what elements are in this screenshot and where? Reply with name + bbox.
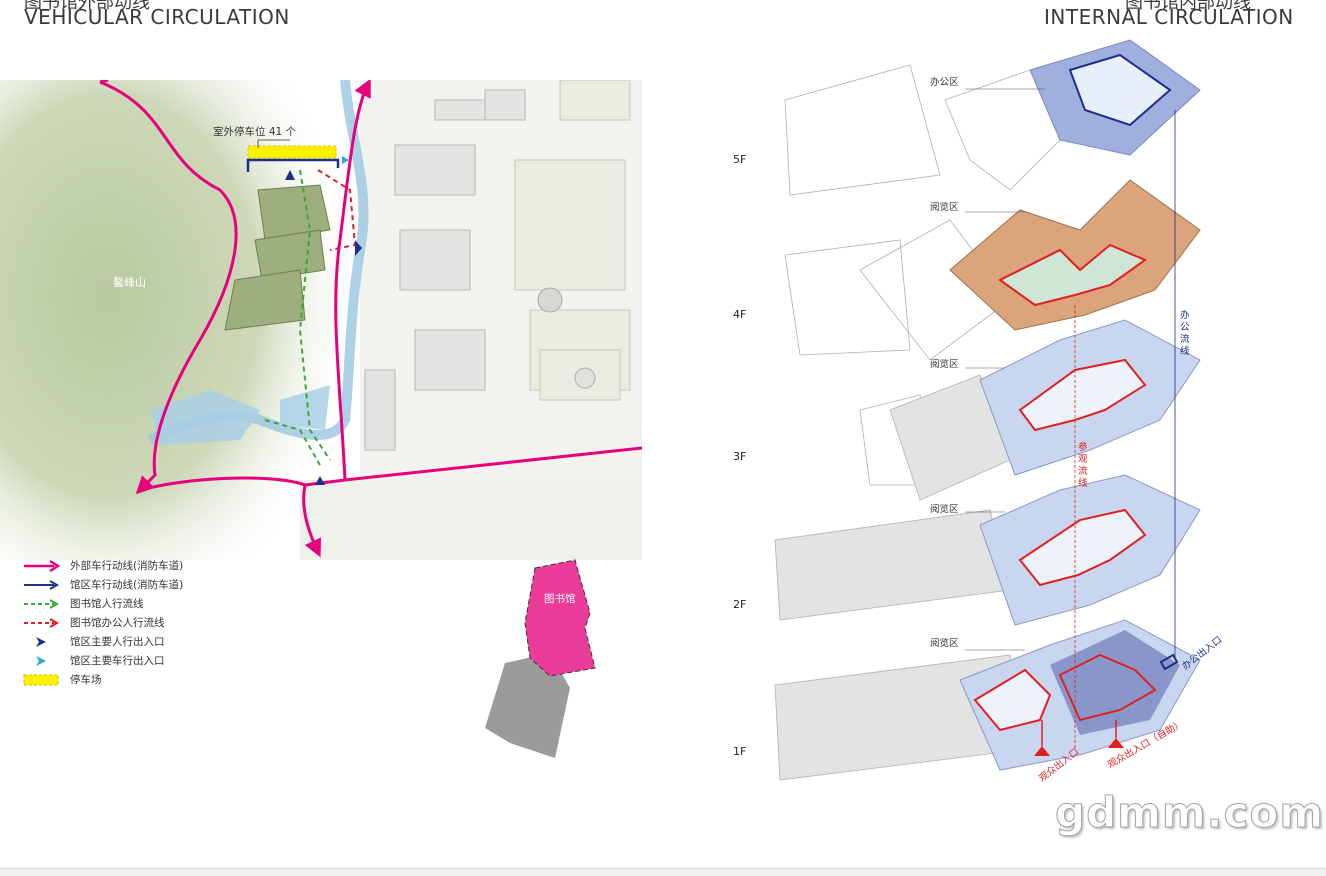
navy-entrance-arrow-icon (36, 636, 46, 647)
legend-item-pedestrian-entrance: 馆区主要人行出入口 (22, 632, 183, 651)
floor-label-3f: 3F (733, 450, 747, 463)
office-flow-label: 办 公 流 线 (1180, 309, 1193, 357)
floor-label-4f: 4F (733, 308, 747, 321)
office-flow-char-2: 公 (1180, 322, 1190, 333)
navy-arrow-line-icon (24, 579, 60, 590)
legend-item-parking: 停车场 (22, 670, 183, 689)
legend-label: 馆区车行动线(消防车道) (70, 579, 184, 591)
zone-label-3f: 阅览区 (930, 358, 959, 370)
legend-item-office-pedestrian: 图书馆办公人行流线 (22, 613, 183, 632)
mountain-label: 鳌峰山 (113, 275, 146, 289)
floor-2f: 阅览区 (774, 474, 1201, 626)
office-flow-char-4: 线 (1180, 345, 1190, 357)
visit-flow-char-3: 流 (1078, 465, 1088, 477)
legend-label: 图书馆人行流线 (70, 598, 144, 610)
zone-label-4f: 阅览区 (930, 201, 959, 213)
legend-item-campus-vehicle: 馆区车行动线(消防车道) (22, 575, 183, 594)
legend-item-external-vehicle: 外部车行动线(消防车道) (22, 556, 183, 575)
floor-label-5f: 5F (733, 153, 747, 166)
floor-label-2f: 2F (733, 598, 747, 611)
legend-label: 外部车行动线(消防车道) (70, 560, 184, 572)
magenta-arrow-line-icon (24, 559, 61, 572)
legend-label: 停车场 (70, 674, 102, 686)
visit-flow-char-4: 线 (1078, 477, 1088, 489)
legend: 外部车行动线(消防车道) 馆区车行动线(消防车道) 图书馆人行流线 图书馆办公人… (22, 556, 183, 689)
legend-label: 馆区主要人行出入口 (70, 636, 165, 648)
zone-label-5f: 办公区 (930, 76, 959, 88)
site-plan: 室外停车位 41 个 鳌峰山 (0, 80, 642, 560)
watermark: gdmm.com (1054, 788, 1325, 838)
visit-flow-label: 参 观 流 线 (1078, 441, 1091, 489)
floor-label-1f: 1F (733, 745, 747, 758)
zone-label-2f: 阅览区 (930, 503, 959, 515)
red-dashed-arrow-icon (24, 617, 60, 628)
floor-3f: 阅览区 (859, 319, 1201, 501)
key-plan: 图书馆 (485, 559, 596, 758)
visit-flow-char-2: 观 (1078, 454, 1088, 465)
visit-flow-char-1: 参 (1078, 441, 1088, 453)
office-flow-char-1: 办 (1180, 309, 1190, 321)
floor-5f: 办公区 (784, 39, 1201, 196)
legend-label: 图书馆办公人行流线 (70, 617, 165, 629)
key-plan-label: 图书馆 (544, 592, 576, 605)
axonometric-diagram: 办公区 阅览区 阅览区 阅览区 阅览区 办 公 流 线 参 观 流 线 办公出入… (774, 39, 1224, 784)
legend-label: 馆区主要车行出入口 (70, 655, 165, 667)
cyan-entrance-arrow-icon (36, 655, 46, 666)
legend-item-pedestrian: 图书馆人行流线 (22, 594, 183, 613)
right-title-en: INTERNAL CIRCULATION (1044, 5, 1294, 29)
zone-label-1f: 阅览区 (930, 637, 959, 649)
green-dashed-arrow-icon (24, 598, 60, 609)
parking-label: 室外停车位 41 个 (213, 125, 297, 138)
legend-item-vehicle-entrance: 馆区主要车行出入口 (22, 651, 183, 670)
office-flow-char-3: 流 (1180, 333, 1190, 345)
left-title-en: VEHICULAR CIRCULATION (24, 5, 290, 29)
yellow-parking-swatch-icon (23, 674, 59, 685)
